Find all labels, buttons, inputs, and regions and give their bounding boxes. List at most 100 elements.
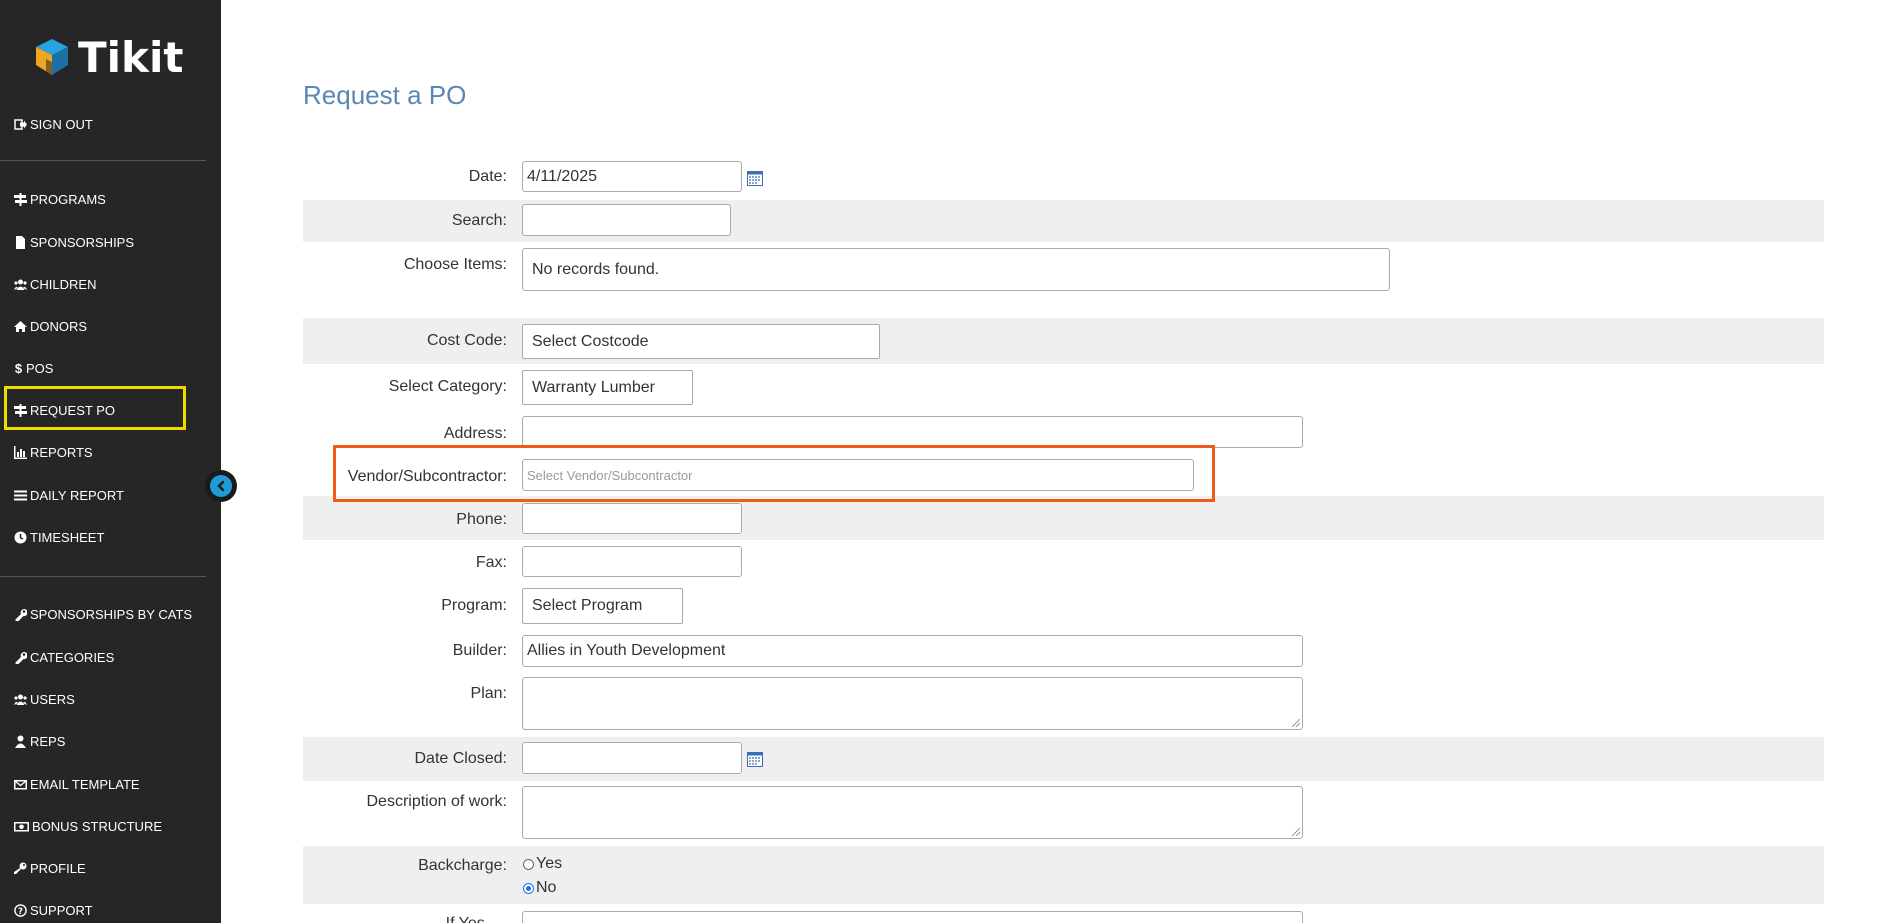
phone-label: Phone: (456, 511, 507, 528)
envelope-icon (14, 778, 27, 791)
builder-input[interactable]: Allies in Youth Development (522, 635, 1303, 667)
vendor-select[interactable]: Select Vendor/Subcontractor (522, 459, 1194, 491)
sidebar-item-sponsorships[interactable]: SPONSORSHIPS (14, 232, 134, 252)
users-icon (14, 693, 27, 706)
radio-yes[interactable] (523, 858, 534, 870)
key-icon (14, 862, 27, 875)
address-label: Address: (443, 425, 507, 442)
resize-grip-icon[interactable] (1292, 719, 1300, 727)
date-closed-label: Date Closed: (414, 750, 508, 767)
svg-text:?: ? (18, 907, 23, 917)
calendar-icon[interactable] (747, 170, 763, 186)
plan-textarea[interactable] (522, 677, 1303, 730)
file-icon (14, 235, 27, 249)
sidebar-item-support[interactable]: ? SUPPORT (14, 900, 93, 920)
sidebar-item-daily-report[interactable]: DAILY REPORT (14, 485, 124, 505)
sidebar-item-bonus-structure[interactable]: BONUS STRUCTURE (14, 816, 162, 836)
description-label: Description of work: (366, 793, 508, 810)
category-label: Select Category: (388, 378, 507, 395)
list-icon (14, 489, 27, 502)
sign-out-label: SIGN OUT (30, 116, 93, 132)
sign-out-link[interactable]: SIGN OUT (14, 114, 93, 134)
sidebar-item-label: EMAIL TEMPLATE (30, 776, 140, 792)
wrench-icon (14, 651, 27, 664)
backcharge-label: Backcharge: (418, 857, 507, 874)
sidebar-divider (0, 576, 206, 577)
address-input[interactable] (522, 416, 1303, 448)
page-title: Request a PO (303, 80, 467, 110)
backcharge-no-option[interactable]: No (523, 879, 556, 897)
choose-items-list[interactable]: No records found. (522, 248, 1390, 291)
program-label: Program: (441, 597, 507, 614)
plan-label: Plan: (470, 685, 507, 702)
logo[interactable]: Tikit (34, 32, 183, 82)
sidebar-item-label: DONORS (30, 318, 88, 334)
money-icon (14, 820, 29, 833)
category-select[interactable]: Warranty Lumber (522, 370, 693, 405)
cost-code-label: Cost Code: (426, 332, 507, 349)
sidebar-item-label: REPORTS (30, 444, 93, 460)
sidebar-item-label: SPONSORSHIPS (30, 234, 135, 250)
sidebar-item-donors[interactable]: DONORS (14, 316, 87, 336)
resize-grip-icon[interactable] (1292, 828, 1300, 836)
vendor-placeholder: Select Vendor/Subcontractor (527, 467, 693, 483)
wrench-icon (14, 608, 27, 621)
sidebar-item-children[interactable]: CHILDREN (14, 274, 96, 294)
if-yes-input[interactable] (522, 911, 1303, 923)
choose-items-label: Choose Items: (403, 256, 507, 273)
sidebar-item-email-template[interactable]: EMAIL TEMPLATE (14, 774, 140, 794)
signpost-icon (14, 192, 27, 206)
sidebar-item-label: PROGRAMS (30, 191, 106, 207)
sidebar-item-label: POS (26, 360, 54, 376)
sidebar-item-label: CATEGORIES (30, 649, 115, 665)
clock-icon (14, 531, 27, 544)
sidebar-item-reps[interactable]: REPS (14, 731, 65, 751)
sidebar-item-sponsorships-by-cats[interactable]: SPONSORSHIPS BY CATS (14, 604, 192, 624)
sidebar-item-users[interactable]: USERS (14, 689, 75, 709)
sidebar: Tikit SIGN OUT PROGRAMS SPONSORSHIPS CHI… (0, 0, 221, 923)
phone-input[interactable] (522, 503, 742, 534)
sidebar-item-label: CHILDREN (30, 276, 97, 292)
calendar-icon[interactable] (747, 751, 763, 767)
date-closed-input[interactable] (522, 742, 742, 774)
sidebar-item-label: REPS (30, 733, 66, 749)
sidebar-item-pos[interactable]: $ POS (14, 358, 54, 378)
sidebar-item-label: SUPPORT (30, 902, 93, 918)
home-icon (14, 320, 27, 333)
backcharge-yes-option[interactable]: Yes (523, 855, 562, 873)
sidebar-item-reports[interactable]: REPORTS (14, 442, 93, 462)
builder-label: Builder: (452, 642, 507, 659)
description-textarea[interactable] (522, 786, 1303, 839)
fax-input[interactable] (522, 546, 742, 577)
logo-text: Tikit (78, 32, 184, 82)
radio-yes-label: Yes (536, 855, 563, 872)
program-select[interactable]: Select Program (522, 588, 683, 624)
search-label: Search: (451, 212, 507, 229)
active-item-highlight (4, 386, 186, 430)
sidebar-item-label: BONUS STRUCTURE (32, 818, 163, 834)
empty-records-message: No records found. (532, 260, 660, 278)
user-icon (14, 735, 27, 748)
sidebar-item-programs[interactable]: PROGRAMS (14, 189, 106, 209)
vendor-label: Vendor/Subcontractor: (347, 468, 507, 485)
fax-label: Fax: (475, 554, 507, 571)
date-input[interactable]: 4/11/2025 (522, 161, 742, 192)
search-input[interactable] (522, 204, 731, 236)
sidebar-item-label: SPONSORSHIPS BY CATS (30, 606, 193, 622)
sidebar-item-label: USERS (30, 691, 75, 707)
date-label: Date: (468, 168, 507, 185)
question-icon: ? (14, 903, 27, 917)
radio-no[interactable] (523, 882, 534, 894)
sidebar-divider (0, 160, 206, 161)
radio-no-label: No (536, 879, 557, 896)
tikit-logo-icon (36, 39, 68, 75)
users-icon (14, 278, 27, 291)
sidebar-item-timesheet[interactable]: TIMESHEET (14, 527, 104, 547)
dollar-icon: $ (14, 360, 23, 376)
sidebar-item-profile[interactable]: PROFILE (14, 858, 86, 878)
sidebar-item-label: PROFILE (30, 860, 86, 876)
sidebar-item-categories[interactable]: CATEGORIES (14, 647, 114, 667)
cost-code-select[interactable]: Select Costcode (522, 324, 880, 359)
sidebar-item-label: TIMESHEET (30, 529, 105, 545)
if-yes-label: If Yes, ... (207, 915, 507, 923)
